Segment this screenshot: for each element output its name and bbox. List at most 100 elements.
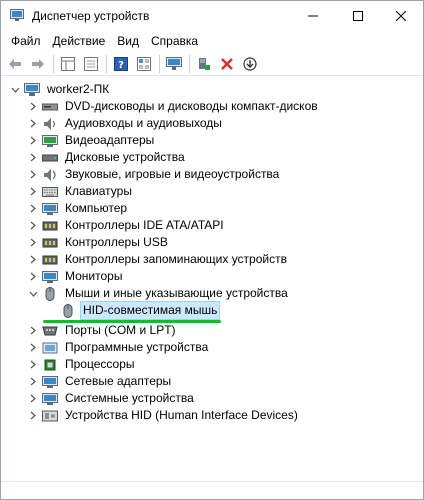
- tree-item-keyboards[interactable]: Клавиатуры: [27, 183, 134, 200]
- list-view-button[interactable]: [81, 54, 101, 74]
- properties-button[interactable]: [58, 54, 78, 74]
- tree-item-network-adapters[interactable]: Сетевые адаптеры: [27, 373, 173, 390]
- tree-item-monitors[interactable]: Мониторы: [27, 268, 124, 285]
- expand-chevron-icon[interactable]: [27, 407, 39, 424]
- back-button[interactable]: [5, 54, 25, 74]
- tree-item-hid-devices[interactable]: Устройства HID (Human Interface Devices): [27, 407, 300, 424]
- tree-item-label: Контроллеры запоминающих устройств: [65, 252, 287, 266]
- computer-icon: [24, 82, 40, 97]
- collapse-chevron-icon[interactable]: [9, 81, 21, 98]
- tree-item-hid-mouse[interactable]: HID-совместимая мышь: [45, 301, 221, 320]
- tree-item-label: Компьютер: [65, 201, 128, 215]
- expand-chevron-icon[interactable]: [27, 251, 39, 268]
- toolbar-separator: [159, 54, 160, 73]
- tree-item-label: Дисковые устройства: [65, 150, 185, 164]
- computer-icon: [42, 202, 58, 216]
- scan-hardware-button[interactable]: [164, 54, 184, 74]
- display-adapter-icon: [42, 134, 58, 148]
- tree-item-label: Процессоры: [65, 357, 135, 371]
- uninstall-button[interactable]: [217, 54, 237, 74]
- tree-item-sound[interactable]: Звуковые, игровые и видеоустройства: [27, 166, 281, 183]
- port-icon: [42, 324, 58, 338]
- ide-controller-icon: [42, 219, 58, 233]
- menu-help[interactable]: Справка: [145, 31, 204, 51]
- collapse-chevron-icon[interactable]: [27, 285, 39, 302]
- tree-item-mice[interactable]: Мыши и иные указывающие устройства: [27, 285, 290, 302]
- menu-view[interactable]: Вид: [111, 31, 145, 51]
- disk-drive-icon: [42, 151, 58, 165]
- update-driver-button[interactable]: [194, 54, 214, 74]
- expand-chevron-icon[interactable]: [27, 339, 39, 356]
- expand-chevron-icon[interactable]: [27, 373, 39, 390]
- expand-chevron-icon[interactable]: [27, 217, 39, 234]
- expand-chevron-icon[interactable]: [27, 390, 39, 407]
- hid-device-icon: [42, 409, 58, 423]
- monitor-icon: [166, 56, 182, 70]
- tree-item-label: Контроллеры USB: [65, 235, 168, 249]
- tree-item-processors[interactable]: Процессоры: [27, 356, 137, 373]
- view-icon: [137, 56, 151, 71]
- processor-icon: [42, 358, 58, 372]
- menu-bar: Файл Действие Вид Справка: [1, 31, 423, 51]
- device-manager-app-icon: [10, 9, 24, 21]
- tree-item-label: Порты (COM и LPT): [65, 323, 176, 337]
- tree-item-ports[interactable]: Порты (COM и LPT): [27, 322, 178, 339]
- maximize-icon: [353, 11, 363, 21]
- expand-chevron-icon[interactable]: [27, 322, 39, 339]
- tree-item-label: Мыши и иные указывающие устройства: [65, 286, 288, 300]
- tree-root-label: worker2-ПК: [47, 82, 110, 96]
- tree-item-computer[interactable]: Компьютер: [27, 200, 129, 217]
- toolbar: ?: [1, 52, 423, 76]
- software-device-icon: [42, 341, 58, 355]
- maximize-button[interactable]: [336, 1, 380, 31]
- download-icon: [243, 56, 257, 71]
- close-icon: [396, 11, 406, 21]
- expand-chevron-icon[interactable]: [27, 356, 39, 373]
- properties-grid-icon: [61, 56, 75, 71]
- tree-item-usb[interactable]: Контроллеры USB: [27, 234, 170, 251]
- tree-item-label: Звуковые, игровые и видеоустройства: [65, 167, 280, 181]
- tree-item-ide[interactable]: Контроллеры IDE ATA/ATAPI: [27, 217, 226, 234]
- toolbar-separator: [189, 54, 190, 73]
- tree-item-label: Программные устройства: [65, 340, 209, 354]
- tree-item-label: Клавиатуры: [65, 184, 132, 198]
- toolbar-separator: [106, 54, 107, 73]
- list-icon: [84, 56, 98, 71]
- expand-chevron-icon[interactable]: [27, 149, 39, 166]
- tree-item-audio-io[interactable]: Аудиовходы и аудиовыходы: [27, 115, 224, 132]
- status-bar: [1, 481, 423, 499]
- tree-item-system-devices[interactable]: Системные устройства: [27, 390, 196, 407]
- tree-item-dvd[interactable]: DVD-дисководы и дисководы компакт-дисков: [27, 98, 320, 115]
- mouse-icon: [42, 286, 58, 301]
- minimize-icon: [308, 15, 318, 17]
- close-button[interactable]: [379, 1, 423, 31]
- device-tree: worker2-ПК DVD-дисководы и дисководы ком…: [1, 79, 423, 499]
- expand-chevron-icon[interactable]: [27, 183, 39, 200]
- expand-chevron-icon[interactable]: [27, 166, 39, 183]
- tree-item-disk-drives[interactable]: Дисковые устройства: [27, 149, 187, 166]
- menu-file[interactable]: Файл: [5, 31, 47, 51]
- system-device-icon: [42, 392, 58, 406]
- tree-item-storage-controllers[interactable]: Контроллеры запоминающих устройств: [27, 251, 289, 268]
- expand-chevron-icon[interactable]: [27, 98, 39, 115]
- tree-item-display-adapters[interactable]: Видеоадаптеры: [27, 132, 156, 149]
- expand-chevron-icon[interactable]: [27, 234, 39, 251]
- forward-button[interactable]: [28, 54, 48, 74]
- menu-action[interactable]: Действие: [47, 31, 112, 51]
- minimize-button[interactable]: [291, 1, 335, 31]
- expand-chevron-icon[interactable]: [27, 268, 39, 285]
- help-button[interactable]: ?: [111, 54, 131, 74]
- tree-item-label: Мониторы: [65, 269, 123, 283]
- expand-chevron-icon[interactable]: [27, 200, 39, 217]
- expand-chevron-icon[interactable]: [27, 115, 39, 132]
- tree-root[interactable]: worker2-ПК: [9, 81, 111, 98]
- download-driver-button[interactable]: [240, 54, 260, 74]
- help-icon: ?: [114, 56, 128, 71]
- view-button[interactable]: [134, 54, 154, 74]
- svg-text:?: ?: [118, 60, 124, 71]
- toolbar-separator: [53, 54, 54, 73]
- expand-chevron-icon[interactable]: [27, 132, 39, 149]
- tree-item-software-devices[interactable]: Программные устройства: [27, 339, 210, 356]
- storage-controller-icon: [42, 253, 58, 267]
